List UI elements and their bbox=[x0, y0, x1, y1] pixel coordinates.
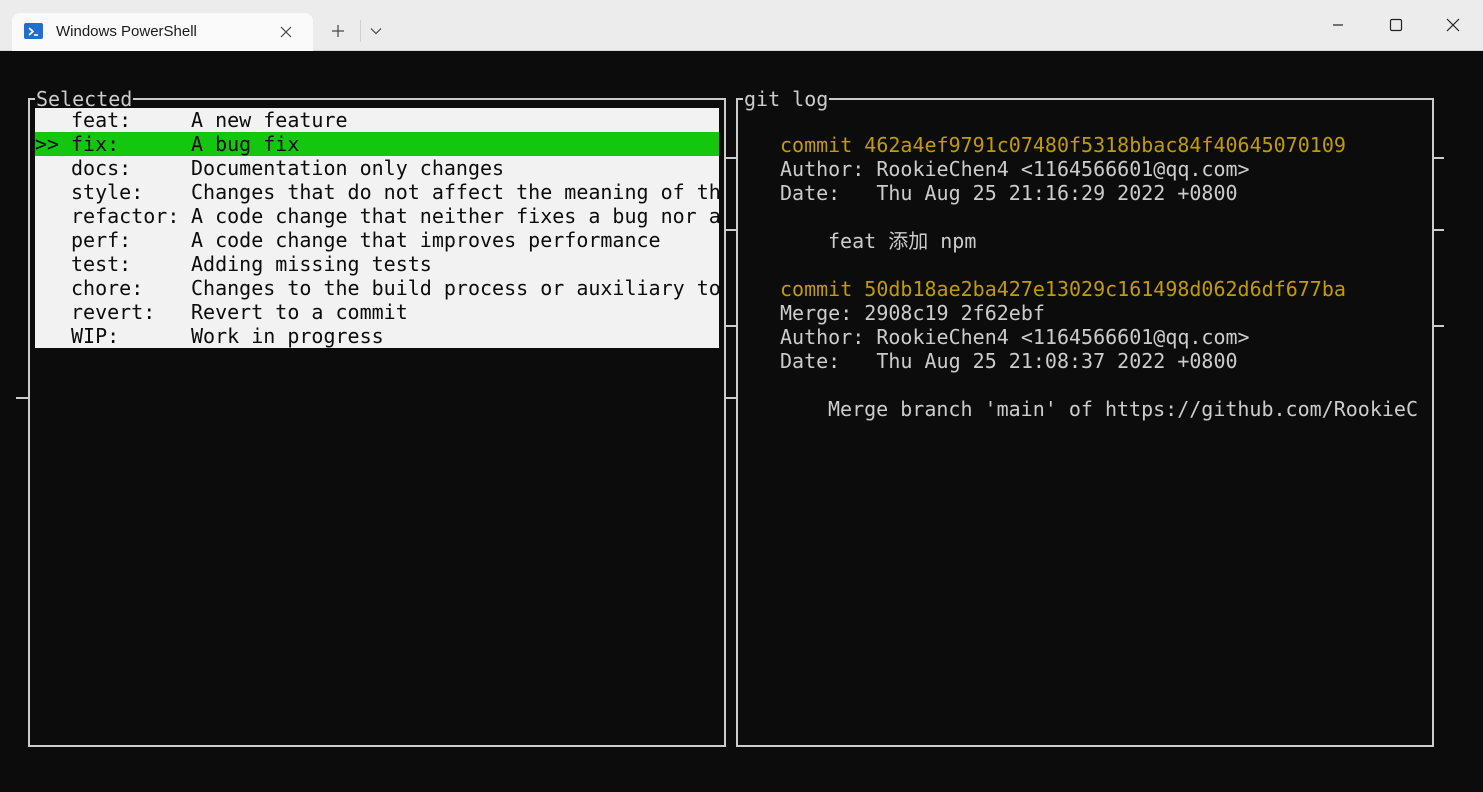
minimize-icon bbox=[1333, 24, 1343, 26]
title-bar: Windows PowerShell bbox=[0, 0, 1483, 51]
commit-type-label: test: bbox=[71, 252, 132, 276]
commit-date-1: Date: Thu Aug 25 21:16:29 2022 +0800 bbox=[780, 181, 1238, 205]
commit-merge-2: Merge: 2908c19 2f62ebf bbox=[780, 301, 1045, 325]
selected-panel: Selected feat: A new feature >> fix: A bug f… bbox=[28, 87, 726, 747]
list-item[interactable]: feat: A new feature bbox=[35, 108, 719, 132]
list-item[interactable]: docs: Documentation only changes bbox=[35, 156, 719, 180]
chevron-down-icon bbox=[370, 28, 382, 35]
commit-type-label: WIP: bbox=[71, 324, 120, 348]
commit-type-description: A code change that neither fixes a bug n… bbox=[191, 204, 719, 228]
commit-message-2: Merge branch 'main' of https://github.co… bbox=[828, 397, 1419, 421]
commit-type-label: refactor: bbox=[71, 204, 180, 228]
commit-type-description: Work in progress bbox=[191, 324, 384, 348]
powershell-icon bbox=[24, 23, 43, 39]
commit-type-description: Adding missing tests bbox=[191, 252, 432, 276]
commit-message-1: feat 添加 npm bbox=[828, 229, 977, 253]
commit-type-label: chore: bbox=[71, 276, 144, 300]
border-tick bbox=[726, 157, 738, 159]
commit-date-2: Date: Thu Aug 25 21:08:37 2022 +0800 bbox=[780, 349, 1238, 373]
tab-windows-powershell[interactable]: Windows PowerShell bbox=[12, 13, 313, 51]
list-item[interactable]: revert: Revert to a commit bbox=[35, 300, 719, 324]
close-tab-icon[interactable] bbox=[276, 22, 296, 42]
commit-author-2: Author: RookieChen4 <1164566601@qq.com> bbox=[780, 325, 1250, 349]
close-window-button[interactable] bbox=[1430, 8, 1476, 42]
commit-type-list[interactable]: feat: A new feature >> fix: A bug fix docs: Do… bbox=[35, 108, 719, 348]
border-tick bbox=[1434, 229, 1444, 231]
border-tick bbox=[726, 325, 738, 327]
commit-type-label: revert: bbox=[71, 300, 156, 324]
commit-type-label: docs: bbox=[71, 156, 132, 180]
plus-icon bbox=[332, 25, 344, 37]
commit-type-description: Revert to a commit bbox=[191, 300, 408, 324]
commit-type-description: A bug fix bbox=[191, 132, 300, 156]
commit-type-label: fix: bbox=[71, 132, 120, 156]
commit-author-1: Author: RookieChen4 <1164566601@qq.com> bbox=[780, 157, 1250, 181]
commit-type-description: A code change that improves performance bbox=[191, 228, 661, 252]
commit-type-description: Documentation only changes bbox=[191, 156, 505, 180]
commit-type-description: Changes that do not affect the meaning o… bbox=[191, 180, 719, 204]
list-item[interactable]: test: Adding missing tests bbox=[35, 252, 719, 276]
tab-dropdown-button[interactable] bbox=[361, 17, 391, 45]
border-tick bbox=[726, 229, 738, 231]
border-tick bbox=[726, 397, 738, 399]
commit-type-description: A new feature bbox=[191, 108, 348, 132]
border-tick bbox=[16, 397, 28, 399]
maximize-button[interactable] bbox=[1373, 8, 1419, 42]
border-tick bbox=[1434, 157, 1444, 159]
list-item[interactable]: refactor: A code change that neither fixe… bbox=[35, 204, 719, 228]
commit-type-description: Changes to the build process or auxiliar… bbox=[191, 276, 719, 300]
tab-title: Windows PowerShell bbox=[56, 23, 197, 40]
commit-hash-2: commit 50db18ae2ba427e13029c161498d062d6… bbox=[780, 277, 1346, 301]
list-item[interactable]: perf: A code change that improves perform… bbox=[35, 228, 719, 252]
commit-type-label: perf: bbox=[71, 228, 132, 252]
border-tick bbox=[1434, 325, 1444, 327]
maximize-icon bbox=[1389, 18, 1403, 32]
new-tab-button[interactable] bbox=[323, 17, 353, 45]
list-item[interactable]: >> fix: A bug fix bbox=[35, 132, 719, 156]
commit-type-label: feat: bbox=[71, 108, 132, 132]
git-log-panel: git log commit 462a4ef9791c07480f5318bba… bbox=[736, 87, 1434, 747]
minimize-button[interactable] bbox=[1315, 8, 1361, 42]
list-item[interactable]: WIP: Work in progress bbox=[35, 324, 719, 348]
commit-type-label: style: bbox=[71, 180, 144, 204]
terminal-area[interactable]: Selected feat: A new feature >> fix: A bug f… bbox=[0, 51, 1483, 792]
commit-hash-1: commit 462a4ef9791c07480f5318bbac84f4064… bbox=[780, 133, 1346, 157]
list-item[interactable]: chore: Changes to the build process or au… bbox=[35, 276, 719, 300]
close-icon bbox=[1446, 18, 1460, 32]
selection-marker: >> bbox=[35, 132, 60, 156]
list-item[interactable]: style: Changes that do not affect the mea… bbox=[35, 180, 719, 204]
panel-title-git-log: git log bbox=[743, 87, 830, 111]
